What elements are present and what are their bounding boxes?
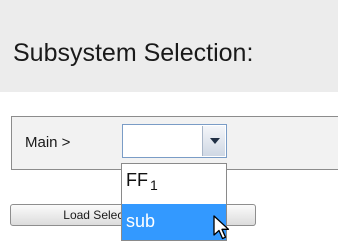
- option-subscript: 1: [150, 177, 158, 193]
- header-bar: Subsystem Selection:: [0, 0, 338, 92]
- breadcrumb: Main >: [11, 116, 338, 170]
- page-title: Subsystem Selection:: [13, 39, 254, 67]
- option-label: FF: [126, 170, 148, 190]
- breadcrumb-label: Main >: [25, 134, 71, 151]
- subsystem-select[interactable]: [122, 124, 227, 158]
- dropdown-button[interactable]: [202, 126, 225, 156]
- option-label: sub: [126, 211, 156, 231]
- mouse-cursor-icon: [213, 215, 230, 240]
- dropdown-option-ff[interactable]: FF 1: [122, 166, 226, 199]
- dropdown-option-sub[interactable]: sub: [122, 204, 226, 240]
- chevron-down-icon: [210, 138, 220, 144]
